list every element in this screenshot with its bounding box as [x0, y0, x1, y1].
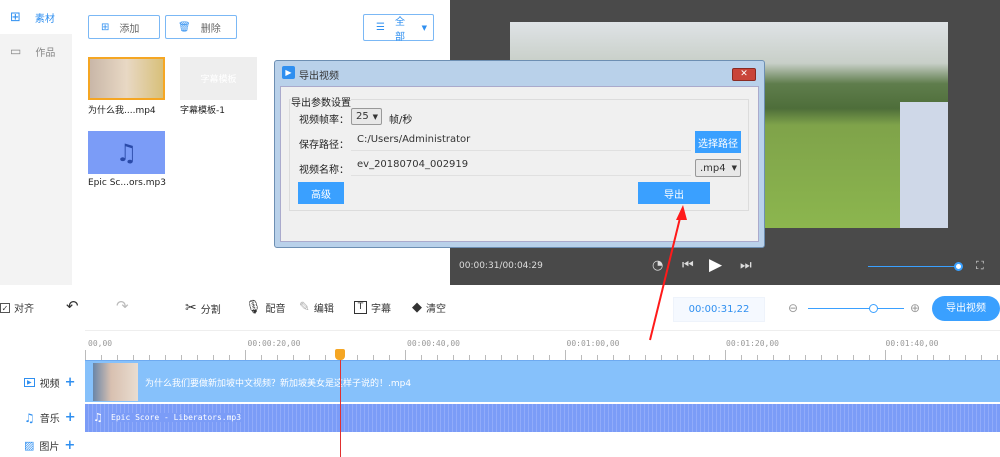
annotation-arrow — [649, 205, 687, 341]
